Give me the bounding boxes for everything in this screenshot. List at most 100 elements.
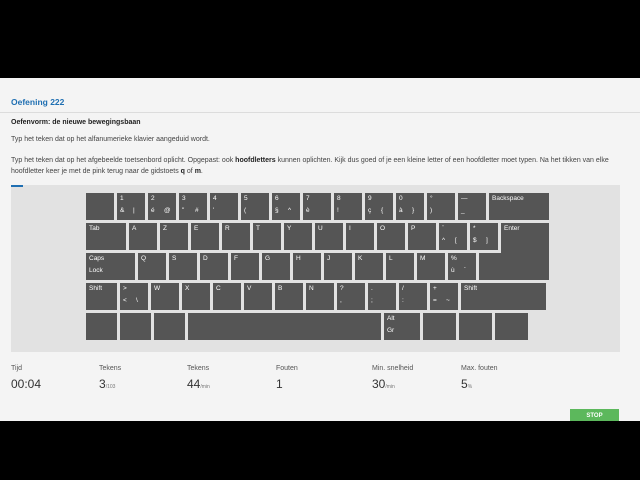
key-label: Shift [464, 285, 478, 292]
stat-value: 44 [187, 377, 201, 391]
key-label: O [380, 225, 386, 232]
key-label: Alt [387, 315, 395, 322]
key-symbol: °) [427, 193, 455, 220]
key-i: I [346, 223, 374, 250]
stat-4: Min. snelheid 30/min [372, 365, 413, 393]
key-label: ~ [446, 297, 450, 304]
stat-unit: % [467, 384, 473, 390]
key-label: 2 [151, 195, 155, 202]
key-label: ( [244, 207, 247, 214]
key-label: G [265, 255, 271, 262]
key-g: G [262, 253, 290, 280]
key-label: P [411, 225, 416, 232]
key-backspace: Backspace [489, 193, 549, 220]
key-v: V [244, 283, 272, 310]
keyboard: 1 & | 2 é @3 " #4 ' 5(6 § ^ 7 è 8! 9 ç{0 à} °) — _ Backspace T… [11, 185, 620, 352]
key-blank [459, 313, 492, 340]
stat-unit: /min [385, 384, 395, 390]
key-label: N [309, 285, 314, 292]
key-x: X [182, 283, 210, 310]
key-label: è [306, 207, 310, 214]
key-z: Z [160, 223, 188, 250]
key-label: : [402, 297, 404, 304]
key-o: O [377, 223, 405, 250]
key-j: J [324, 253, 352, 280]
key-label: @ [164, 207, 171, 214]
stat-3: Fouten 1 [276, 365, 298, 393]
key-label: ! [337, 207, 339, 214]
key-blank [154, 313, 185, 340]
key-label: ] [486, 237, 488, 244]
key-label: ° [430, 195, 433, 202]
key-n: N [306, 283, 334, 310]
key-label: ç [368, 207, 372, 214]
stat-5: Max. fouten 5% [461, 365, 498, 393]
key-label: H [296, 255, 301, 262]
key-h: H [293, 253, 321, 280]
key-symbol: /: [399, 283, 427, 310]
key-s: S [169, 253, 197, 280]
key-label: ; [371, 297, 373, 304]
key-caps: Caps Lock [86, 253, 135, 280]
key-label: C [216, 285, 221, 292]
key-c: C [213, 283, 241, 310]
key-label: > [123, 285, 127, 292]
stat-value: 1 [276, 377, 283, 391]
key-label: Lock [89, 267, 103, 274]
key-label: , [340, 297, 342, 304]
key-symbol: .; [368, 283, 396, 310]
key-label: 7 [306, 195, 310, 202]
divider [0, 112, 640, 113]
key-4: 4 ' [210, 193, 238, 220]
key-a: A [129, 223, 157, 250]
stat-label: Fouten [276, 365, 298, 372]
key-label: R [225, 225, 230, 232]
key-blank [423, 313, 456, 340]
key-label: & [120, 207, 125, 214]
instruction-text: . [200, 168, 203, 175]
instruction-line-2: Typ het teken dat op het afgebeelde toet… [11, 155, 621, 177]
key-label: à [399, 207, 403, 214]
key-label: ) [430, 207, 433, 214]
key-label: / [402, 285, 404, 292]
key-symbol: ?, [337, 283, 365, 310]
key-label: < [123, 297, 127, 304]
key-symbol: * $] [470, 223, 498, 250]
key-blank [479, 253, 507, 280]
key-label: A [132, 225, 137, 232]
key-8: 8! [334, 193, 362, 220]
key-t: T [253, 223, 281, 250]
stat-0: Tijd 00:04 [11, 365, 41, 393]
stop-button[interactable]: STOP [570, 409, 619, 421]
key-label: ^ [288, 207, 292, 214]
key-label: F [234, 255, 238, 262]
key-label: L [389, 255, 393, 262]
key-r: R [222, 223, 250, 250]
stat-1: Tekens 3/103 [99, 365, 121, 393]
key-label: $ [473, 237, 477, 244]
key-label: B [278, 285, 283, 292]
key-label: Z [163, 225, 167, 232]
instruction-line-1: Typ het teken dat op het alfanumerieke k… [11, 136, 210, 143]
key-label: W [154, 285, 161, 292]
key-label: + [433, 285, 437, 292]
key-label: { [381, 207, 384, 214]
key-9: 9 ç { [365, 193, 393, 220]
key-0: 0 à} [396, 193, 424, 220]
instruction-bold: hoofdletters [235, 157, 276, 164]
stat-value: 5 [461, 377, 468, 391]
key-label: — [461, 195, 468, 202]
key-label: * [473, 225, 476, 232]
key-blank [188, 313, 381, 340]
instruction-text: of [184, 168, 195, 175]
key-label: } [412, 207, 415, 214]
key-label: 9 [368, 195, 372, 202]
key-e: E [191, 223, 219, 250]
key-2: 2 é @ [148, 193, 176, 220]
key-label: . [371, 285, 373, 292]
stat-value: 30 [372, 377, 386, 391]
key-label: ? [340, 285, 344, 292]
stat-label: Min. snelheid [372, 365, 414, 372]
stat-value: 3 [99, 377, 106, 391]
key-enter: Enter [501, 223, 549, 280]
